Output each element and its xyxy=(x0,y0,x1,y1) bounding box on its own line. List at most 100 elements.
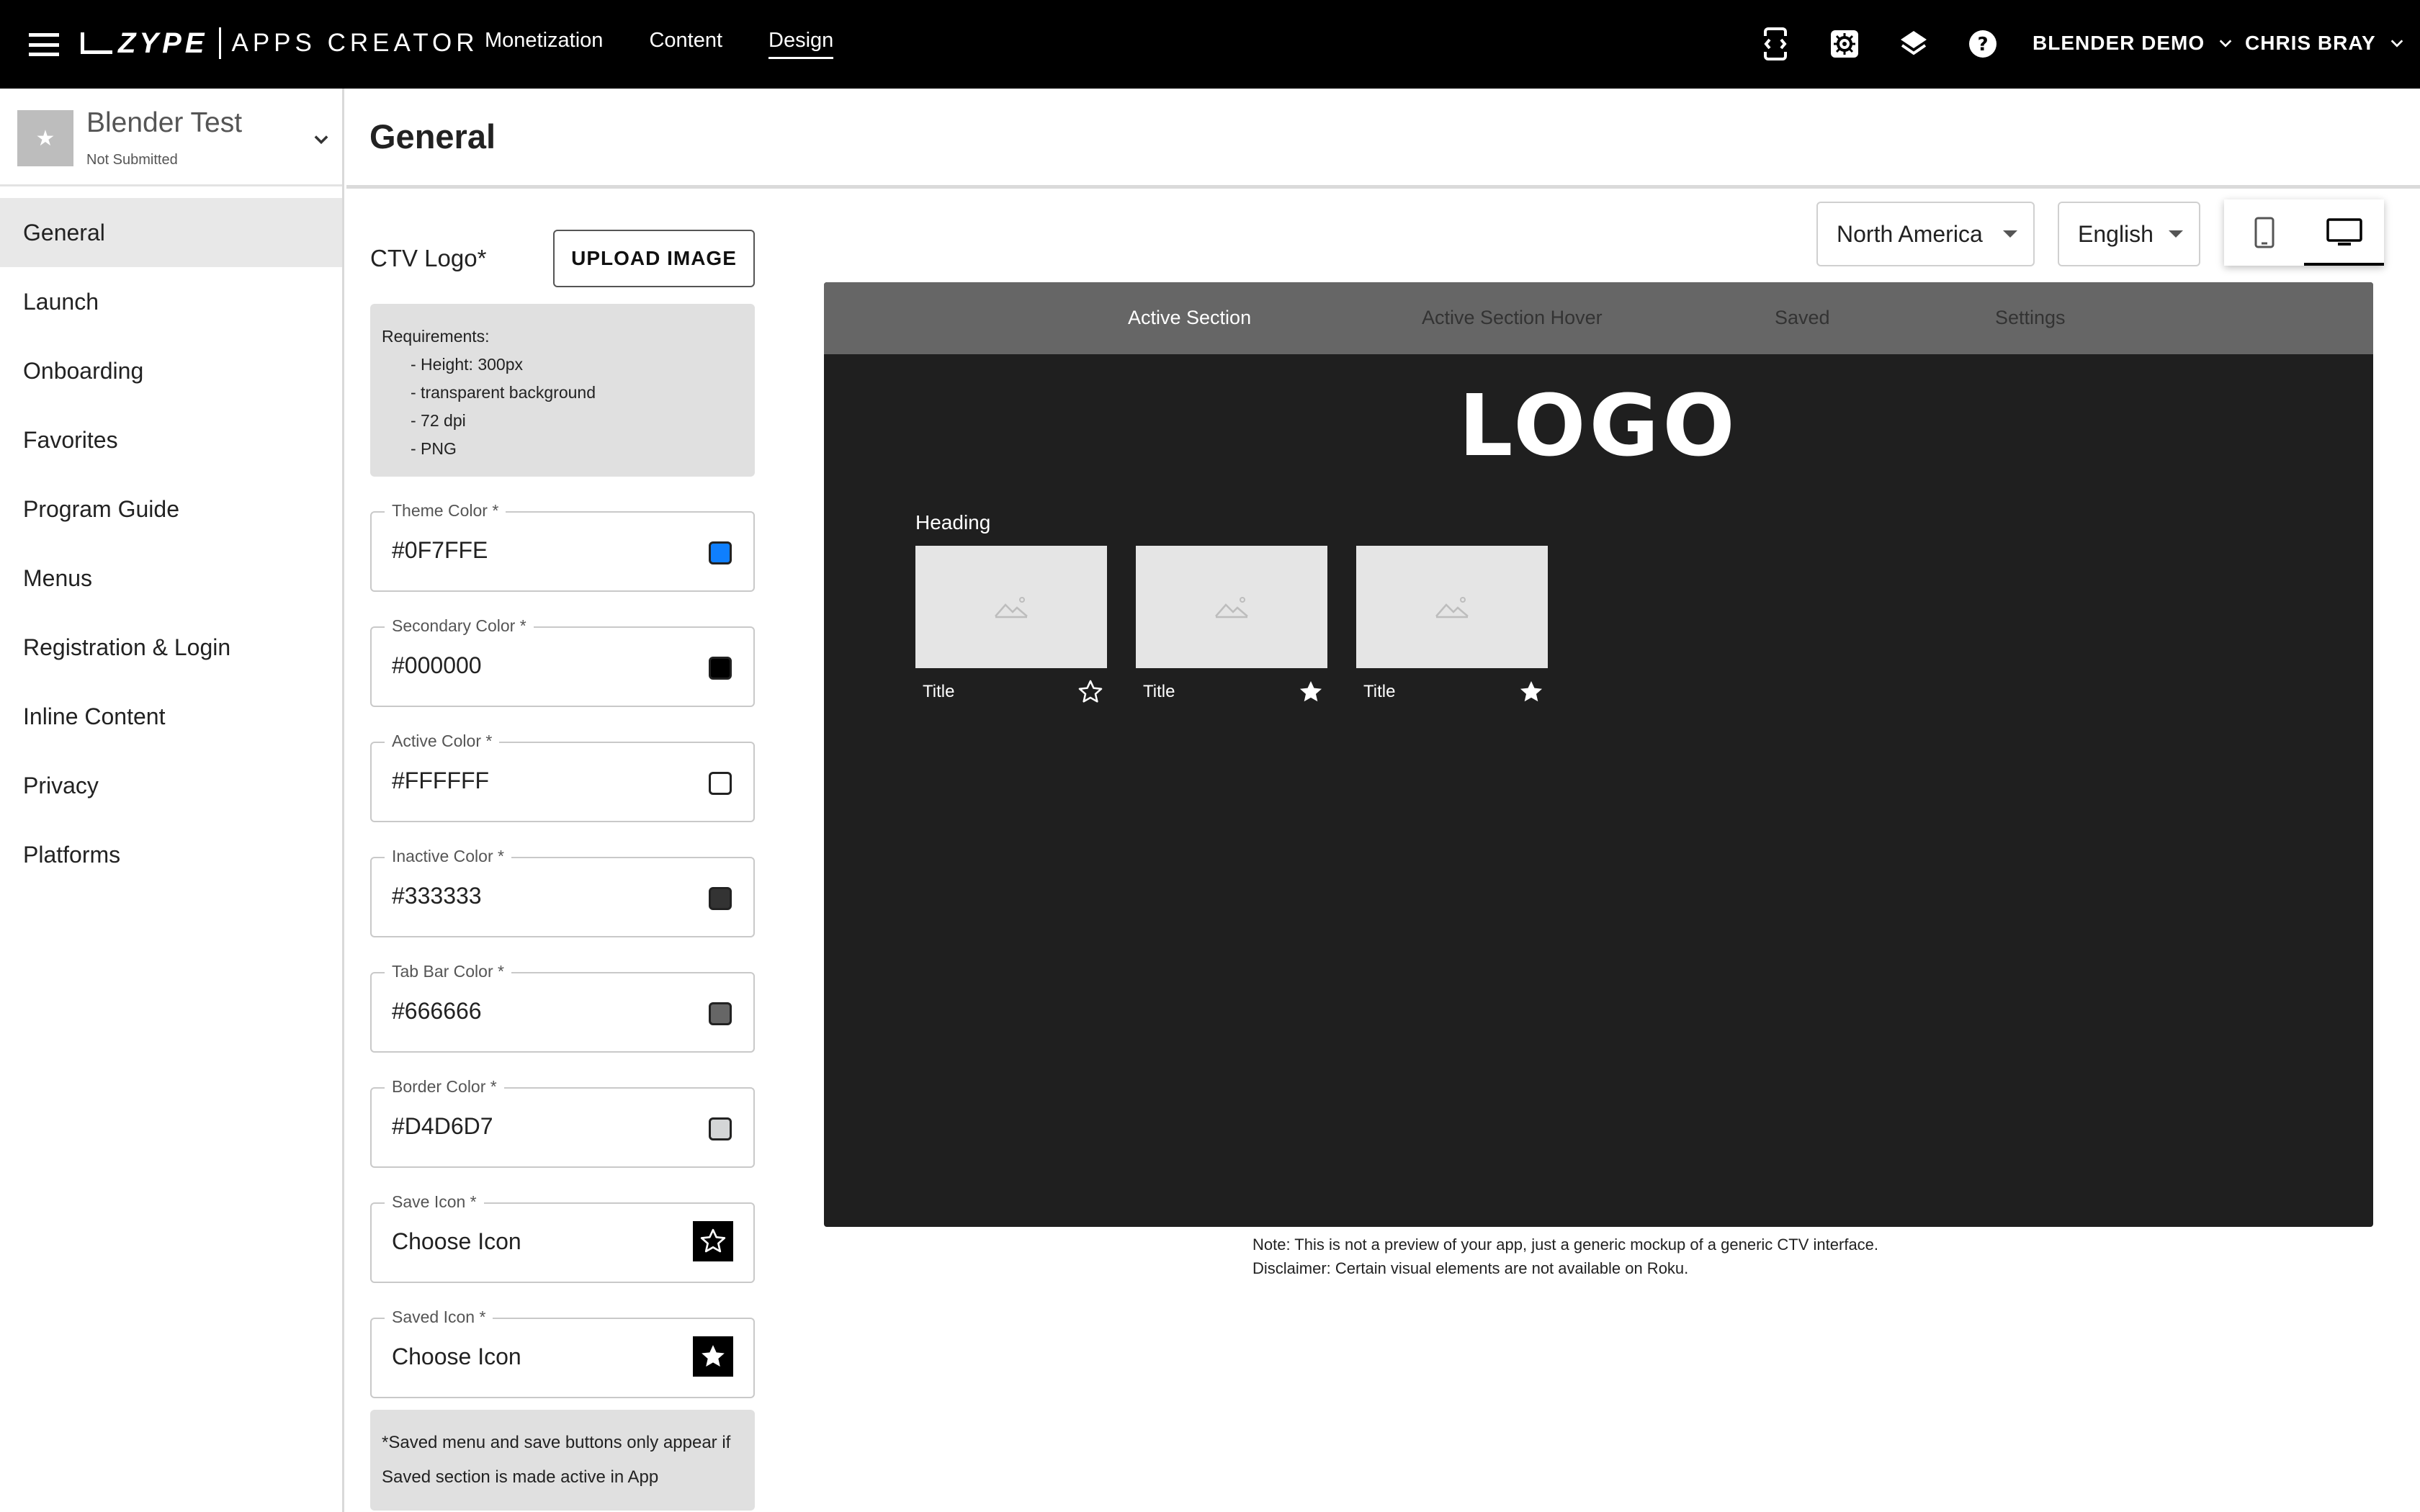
top-bar: ZYPE APPS CREATOR Monetization Content D… xyxy=(0,0,2420,89)
device-toggle xyxy=(2224,199,2384,266)
requirement-item: - 72 dpi xyxy=(411,411,466,430)
app-thumbnail: ★ xyxy=(17,110,73,166)
app-status: Not Submitted xyxy=(86,152,178,168)
preview-note: Note: This is not a preview of your app,… xyxy=(1252,1236,1879,1254)
color-swatch[interactable] xyxy=(709,772,732,795)
theme-color-input[interactable]: #0F7FFE xyxy=(392,537,488,564)
ctv-card-title: Title xyxy=(923,682,955,701)
theme-color-field[interactable]: Theme Color * #0F7FFE xyxy=(370,501,755,592)
field-label: Inactive Color * xyxy=(385,847,511,866)
sidebar-menu: General Launch Onboarding Favorites Prog… xyxy=(0,198,342,889)
field-label: Theme Color * xyxy=(385,501,506,521)
dropdown-caret-icon xyxy=(2169,230,2183,238)
phone-icon[interactable] xyxy=(2224,199,2304,266)
zype-logo-mark xyxy=(81,32,112,54)
color-swatch[interactable] xyxy=(709,1002,732,1025)
ctv-heading: Heading xyxy=(915,511,991,534)
border-color-field[interactable]: Border Color * #D4D6D7 xyxy=(370,1077,755,1168)
sidebar-item-privacy[interactable]: Privacy xyxy=(0,751,342,820)
user-menu[interactable]: CHRIS BRAY xyxy=(2245,32,2405,55)
color-swatch[interactable] xyxy=(709,1117,732,1140)
star-outline-icon xyxy=(1078,680,1103,703)
tab-bar-color-input[interactable]: #666666 xyxy=(392,998,482,1025)
image-placeholder-icon xyxy=(915,546,1107,668)
field-label: Save Icon * xyxy=(385,1192,484,1212)
upload-image-button[interactable]: UPLOAD IMAGE xyxy=(553,230,755,287)
ctv-tab-active-section: Active Section xyxy=(1128,307,1252,328)
image-placeholder-icon xyxy=(1136,546,1327,668)
dropdown-caret-icon xyxy=(2003,230,2017,238)
page-title: General xyxy=(369,117,496,156)
field-label: Border Color * xyxy=(385,1077,504,1097)
star-outline-icon[interactable] xyxy=(693,1221,733,1261)
inactive-color-field[interactable]: Inactive Color * #333333 xyxy=(370,847,755,937)
menu-icon[interactable] xyxy=(26,30,62,59)
sidebar-item-favorites[interactable]: Favorites xyxy=(0,405,342,474)
save-icon-select[interactable]: Choose Icon xyxy=(392,1228,521,1255)
requirement-item: - Height: 300px xyxy=(411,355,523,374)
org-name: BLENDER DEMO xyxy=(2033,32,2205,54)
sidebar-item-menus[interactable]: Menus xyxy=(0,544,342,613)
nav-monetization[interactable]: Monetization xyxy=(485,29,603,59)
language-select[interactable]: English xyxy=(2058,202,2200,266)
sidebar-item-onboarding[interactable]: Onboarding xyxy=(0,336,342,405)
ctv-tab-settings: Settings xyxy=(1995,307,2066,328)
chevron-down-icon xyxy=(2390,40,2403,48)
svg-text:?: ? xyxy=(1977,34,1988,55)
tv-icon[interactable] xyxy=(2304,199,2384,266)
language-value: English xyxy=(2078,220,2154,247)
ctv-card-title: Title xyxy=(1363,682,1396,701)
sidebar-item-program-guide[interactable]: Program Guide xyxy=(0,474,342,544)
roku-disclaimer: Disclaimer: Certain visual elements are … xyxy=(1252,1259,1689,1277)
sidebar: ★ Blender Test Not Submitted General Lau… xyxy=(0,89,344,1512)
field-label: Saved Icon * xyxy=(385,1308,493,1327)
divider xyxy=(346,185,2420,189)
ctv-tab-bar: Active Section Active Section Hover Save… xyxy=(824,282,2373,354)
nav-design[interactable]: Design xyxy=(768,29,834,59)
inactive-color-input[interactable]: #333333 xyxy=(392,883,482,909)
region-select[interactable]: North America xyxy=(1816,202,2035,266)
brand-logo[interactable]: ZYPE APPS CREATOR xyxy=(81,26,478,60)
color-swatch[interactable] xyxy=(709,541,732,564)
tab-bar-color-field[interactable]: Tab Bar Color * #666666 xyxy=(370,962,755,1053)
requirement-item: - transparent background xyxy=(411,383,596,402)
sidebar-item-registration-login[interactable]: Registration & Login xyxy=(0,613,342,682)
star-filled-icon[interactable] xyxy=(693,1336,733,1377)
user-name: CHRIS BRAY xyxy=(2245,32,2376,54)
top-nav: Monetization Content Design xyxy=(485,29,834,59)
nav-content[interactable]: Content xyxy=(649,29,722,59)
border-color-input[interactable]: #D4D6D7 xyxy=(392,1113,493,1140)
active-color-input[interactable]: #FFFFFF xyxy=(392,768,489,794)
preview-code-icon[interactable] xyxy=(1757,26,1793,62)
sidebar-item-general[interactable]: General xyxy=(0,198,342,267)
layers-icon[interactable] xyxy=(1896,26,1932,62)
ctv-card-title: Title xyxy=(1143,682,1175,701)
saved-icon-select[interactable]: Choose Icon xyxy=(392,1344,521,1370)
ctv-tab-active-section-hover: Active Section Hover xyxy=(1422,307,1603,328)
help-icon[interactable]: ? xyxy=(1965,26,2001,62)
ctv-card: Title xyxy=(915,546,1107,706)
chevron-down-icon xyxy=(314,135,328,145)
region-value: North America xyxy=(1837,220,1983,247)
active-color-field[interactable]: Active Color * #FFFFFF xyxy=(370,732,755,822)
save-icon-field[interactable]: Save Icon * Choose Icon xyxy=(370,1192,755,1283)
image-placeholder-icon xyxy=(1356,546,1548,668)
color-swatch[interactable] xyxy=(709,657,732,680)
settings-icon[interactable] xyxy=(1827,26,1863,62)
requirements-box: Requirements: - Height: 300px - transpar… xyxy=(370,304,755,477)
field-label: Active Color * xyxy=(385,732,500,751)
secondary-color-input[interactable]: #000000 xyxy=(392,652,482,679)
field-label: Secondary Color * xyxy=(385,616,534,636)
chevron-down-icon xyxy=(2219,40,2232,48)
org-switcher[interactable]: BLENDER DEMO xyxy=(2033,32,2233,55)
brand-name: ZYPE xyxy=(118,27,208,59)
ctv-logo: LOGO xyxy=(1458,376,1739,475)
saved-icon-field[interactable]: Saved Icon * Choose Icon xyxy=(370,1308,755,1398)
secondary-color-field[interactable]: Secondary Color * #000000 xyxy=(370,616,755,707)
color-swatch[interactable] xyxy=(709,887,732,910)
ctv-card: Title xyxy=(1356,546,1548,706)
app-switcher[interactable]: ★ Blender Test Not Submitted xyxy=(0,89,342,186)
sidebar-item-launch[interactable]: Launch xyxy=(0,267,342,336)
sidebar-item-inline-content[interactable]: Inline Content xyxy=(0,682,342,751)
sidebar-item-platforms[interactable]: Platforms xyxy=(0,820,342,889)
